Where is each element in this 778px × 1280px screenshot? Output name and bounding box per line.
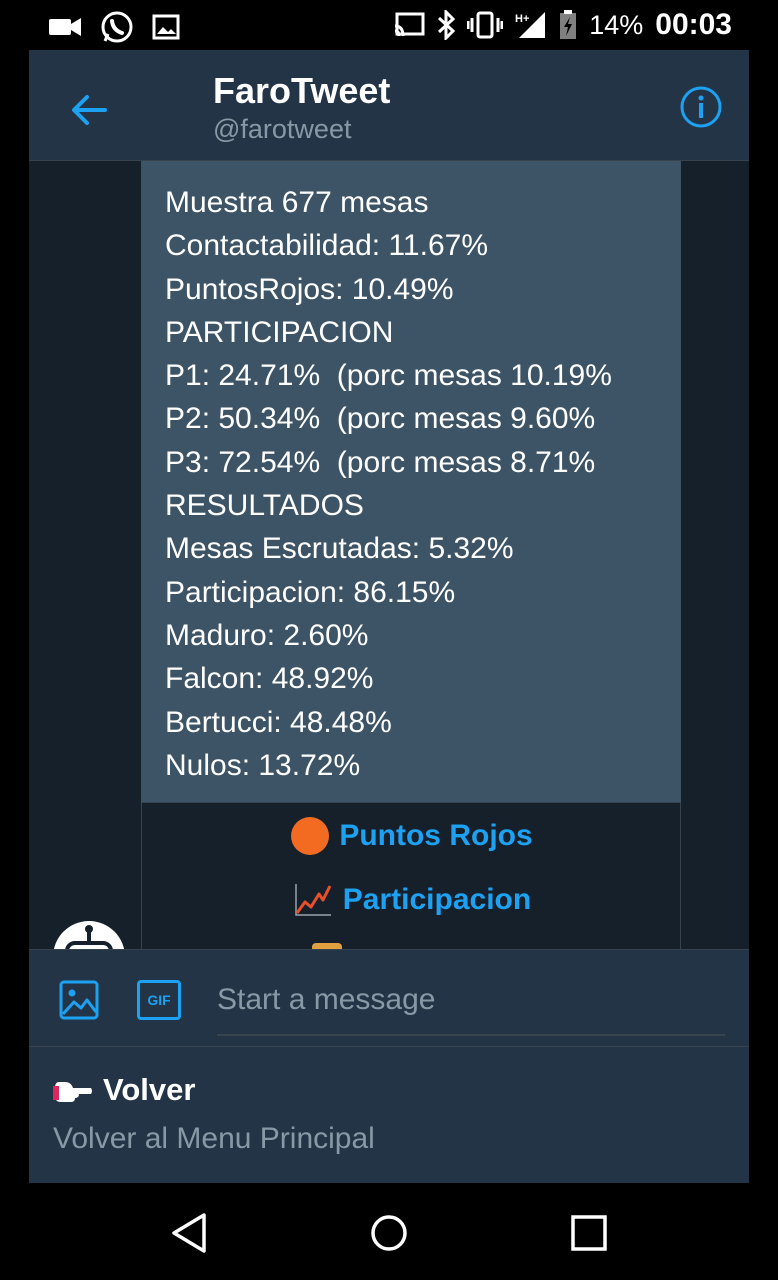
message-bubble: Muestra 677 mesas Contactabilidad: 11.67… bbox=[141, 161, 681, 802]
orange-circle-icon bbox=[291, 817, 330, 855]
conversation-header: FaroTweet @farotweet bbox=[29, 50, 749, 161]
video-icon bbox=[49, 18, 81, 36]
chart-line-icon bbox=[295, 884, 332, 916]
message-line: Contactabilidad: 11.67% bbox=[165, 229, 488, 263]
signal-icon: H+ bbox=[515, 12, 546, 38]
gif-button[interactable]: GIF bbox=[137, 980, 181, 1020]
whatsapp-icon bbox=[101, 11, 133, 43]
cast-icon bbox=[395, 12, 425, 37]
system-nav-bar bbox=[0, 1183, 778, 1280]
image-icon bbox=[152, 14, 180, 40]
message-line: RESULTADOS bbox=[165, 489, 364, 523]
message-line: P1: 24.71% (porc mesas 10.19% bbox=[165, 359, 612, 393]
clock: 00:03 bbox=[655, 8, 732, 41]
quick-reply-puntos-rojos[interactable]: Puntos Rojos bbox=[142, 815, 682, 857]
conversation-title: FaroTweet bbox=[213, 70, 391, 111]
menu-option-subtitle: Volver al Menu Principal bbox=[53, 1122, 375, 1155]
menu-option-title-row: Volver bbox=[53, 1072, 195, 1108]
message-line: Bertucci: 48.48% bbox=[165, 705, 392, 739]
message-line: Maduro: 2.60% bbox=[165, 618, 369, 652]
message-line: Mesas Escrutadas: 5.32% bbox=[165, 532, 514, 566]
message-text: Muestra 677 mesas Contactabilidad: 11.67… bbox=[165, 181, 665, 787]
dm-conversation: FaroTweet @farotweet Muestra 677 mesas C… bbox=[29, 50, 749, 1183]
message-list[interactable]: Muestra 677 mesas Contactabilidad: 11.67… bbox=[29, 161, 749, 949]
status-bar: H+ 14% 00:03 bbox=[0, 0, 778, 50]
message-line: Falcon: 48.92% bbox=[165, 662, 374, 696]
quick-reply-participacion[interactable]: Participacion bbox=[142, 879, 682, 921]
nav-back-icon[interactable] bbox=[168, 1211, 212, 1255]
pointing-hand-icon bbox=[53, 1082, 92, 1102]
quick-reply-label: Participacion bbox=[342, 883, 532, 916]
svg-text:H+: H+ bbox=[515, 13, 529, 25]
info-icon[interactable] bbox=[679, 85, 723, 129]
back-arrow-icon[interactable] bbox=[67, 88, 111, 132]
message-input[interactable] bbox=[217, 972, 725, 1036]
message-line: Participacion: 86.15% bbox=[165, 575, 456, 609]
quick-reply-label: Puntos Rojos bbox=[339, 819, 533, 852]
vibrate-icon bbox=[467, 11, 504, 39]
robot-icon bbox=[65, 925, 113, 949]
bot-avatar[interactable] bbox=[53, 921, 125, 949]
message-line: P2: 50.34% (porc mesas 9.60% bbox=[165, 402, 596, 436]
image-upload-icon[interactable] bbox=[59, 980, 99, 1020]
conversation-handle: @farotweet bbox=[213, 114, 352, 144]
nav-home-icon[interactable] bbox=[367, 1211, 411, 1255]
battery-charging-icon bbox=[560, 10, 577, 39]
message-line: Muestra 677 mesas bbox=[165, 186, 429, 219]
message-line: P3: 72.54% (porc mesas 8.71% bbox=[165, 445, 596, 479]
message-line: PuntosRojos: 10.49% bbox=[165, 272, 454, 306]
battery-percent: 14% bbox=[589, 9, 644, 40]
message-composer: GIF bbox=[29, 949, 749, 1047]
quick-reply-options: Puntos Rojos Participacion bbox=[141, 802, 681, 949]
menu-option-volver[interactable]: Volver Volver al Menu Principal bbox=[29, 1047, 749, 1183]
bluetooth-icon bbox=[438, 10, 456, 40]
nav-recents-icon[interactable] bbox=[567, 1211, 611, 1255]
message-line: Nulos: 13.72% bbox=[165, 748, 361, 782]
menu-option-title: Volver bbox=[103, 1072, 196, 1107]
message-line: PARTICIPACION bbox=[165, 315, 394, 349]
